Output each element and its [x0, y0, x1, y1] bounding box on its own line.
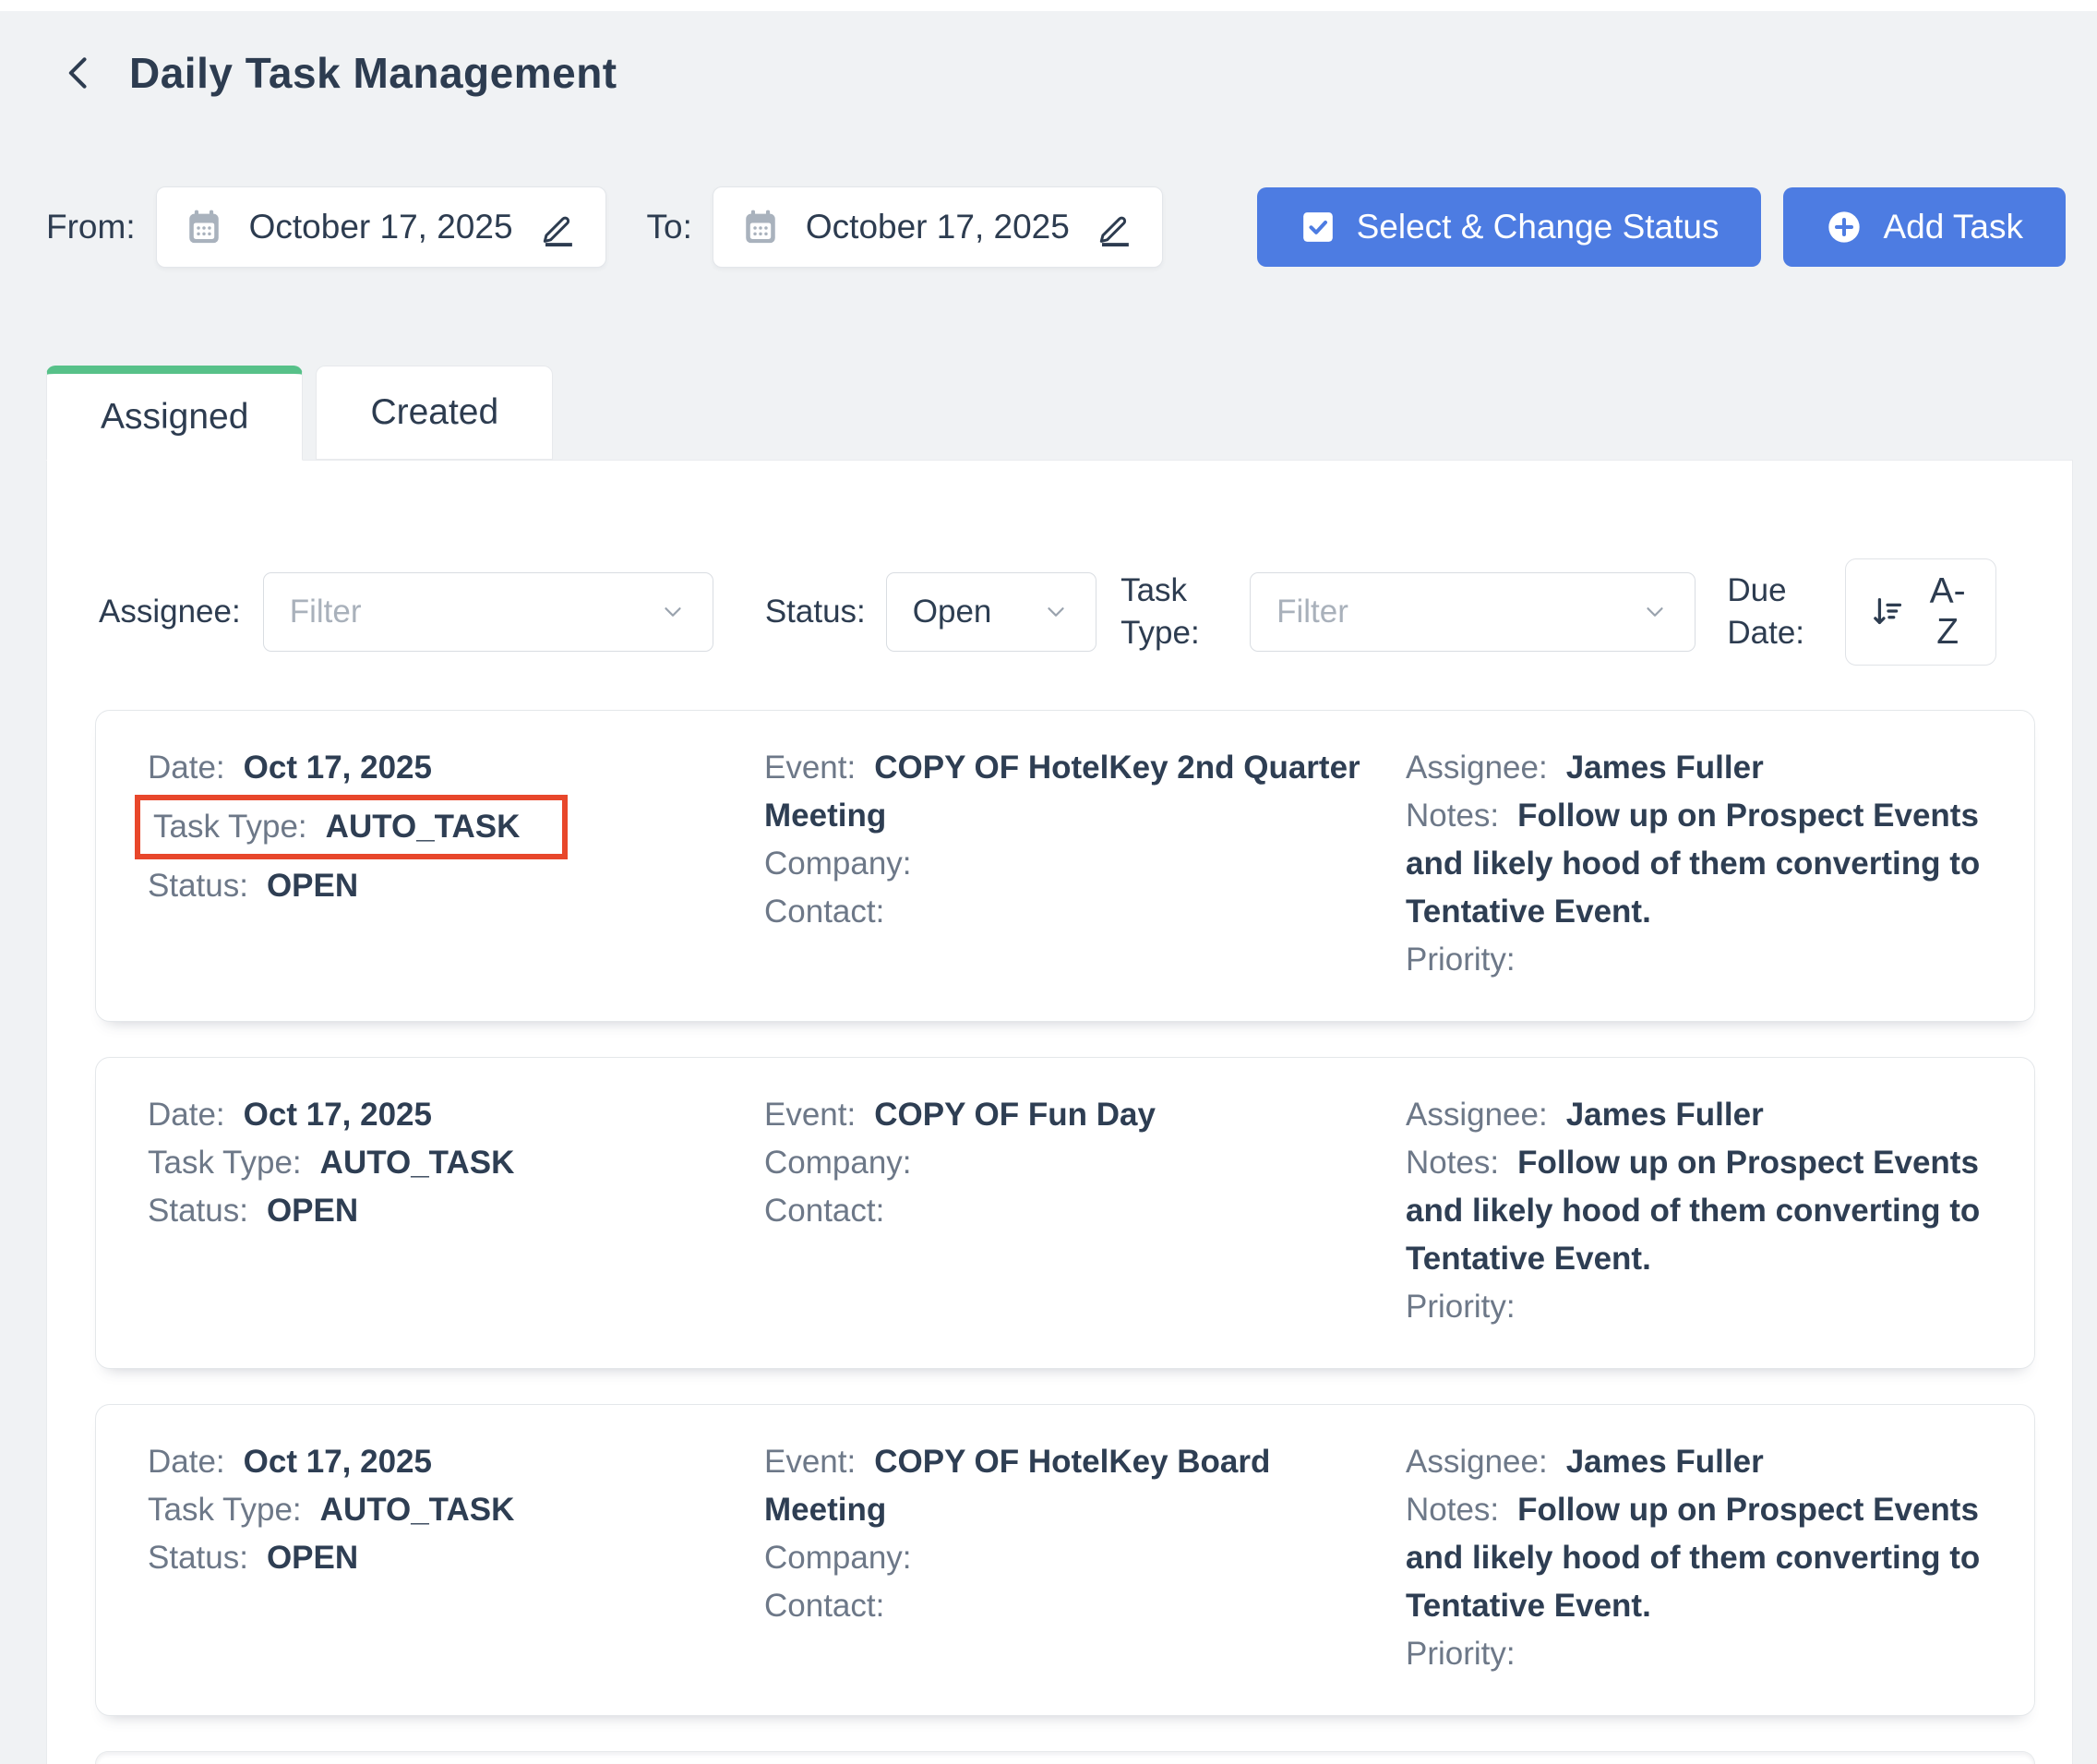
- sort-az-label: A-Z: [1921, 571, 1974, 653]
- task-status: OPEN: [267, 1193, 358, 1229]
- from-date-value: October 17, 2025: [249, 208, 513, 246]
- to-label: To:: [647, 208, 692, 246]
- assignee-filter-label: Assignee:: [99, 594, 241, 630]
- action-buttons: Select & Change Status Add Task: [1257, 187, 2066, 267]
- assignee-filter-dropdown[interactable]: Filter: [263, 572, 713, 652]
- task-card-left-column: Date:Oct 17, 2025 Task Type:AUTO_TASK St…: [148, 1438, 737, 1678]
- add-task-button[interactable]: Add Task: [1783, 187, 2066, 267]
- list-filter-row: Assignee: Filter Status: Open Task Type:…: [47, 461, 2072, 666]
- task-event: COPY OF Fun Day: [874, 1097, 1156, 1133]
- checkbox-icon: [1300, 209, 1336, 246]
- task-type-highlight-box: Task Type:AUTO_TASK: [148, 1486, 514, 1534]
- plus-circle-icon: [1826, 209, 1863, 246]
- task-card-right-column: Assignee:James Fuller Notes:Follow up on…: [1406, 744, 1983, 984]
- task-assignee: James Fuller: [1566, 750, 1764, 786]
- task-type: AUTO_TASK: [320, 1492, 515, 1528]
- status-filter-label: Status:: [765, 594, 866, 630]
- task-card[interactable]: Date:Oct 17, 2025 Task Type:AUTO_TASK St…: [95, 1057, 2035, 1369]
- task-type-highlight-box: Task Type:AUTO_TASK: [135, 795, 568, 859]
- task-status: OPEN: [267, 868, 358, 904]
- task-card[interactable]: Date:Oct 17, 2025 Task Type:AUTO_TASK St…: [95, 710, 2035, 1022]
- tab-bar: Assigned Created: [46, 366, 2097, 460]
- task-card-right-column: Assignee:James Fuller Notes:Follow up on…: [1406, 1438, 1983, 1678]
- controls-row: From: October 17, 2025 To: October 17, 2…: [46, 186, 2066, 268]
- select-change-status-label: Select & Change Status: [1357, 208, 1720, 246]
- chevron-down-icon: [1042, 598, 1070, 626]
- to-date-value: October 17, 2025: [806, 208, 1070, 246]
- from-label: From:: [46, 208, 136, 246]
- task-list: Date:Oct 17, 2025 Task Type:AUTO_TASK St…: [47, 666, 2072, 1716]
- status-filter-value: Open: [913, 594, 992, 630]
- task-date: Oct 17, 2025: [244, 1444, 432, 1480]
- top-strip: [0, 0, 2097, 11]
- sort-descending-icon: [1867, 591, 1910, 633]
- calendar-icon: [741, 208, 780, 246]
- task-assignee: James Fuller: [1566, 1444, 1764, 1480]
- task-type: AUTO_TASK: [320, 1145, 515, 1181]
- due-date-label: Due Date:: [1727, 570, 1845, 654]
- tab-created[interactable]: Created: [316, 366, 553, 460]
- chevron-down-icon: [659, 598, 687, 626]
- task-date: Oct 17, 2025: [244, 1097, 432, 1133]
- task-type: AUTO_TASK: [326, 809, 521, 845]
- tab-assigned[interactable]: Assigned: [46, 366, 303, 461]
- status-filter-dropdown[interactable]: Open: [886, 572, 1096, 652]
- task-card-right-column: Assignee:James Fuller Notes:Follow up on…: [1406, 1091, 1983, 1331]
- tab-created-label: Created: [370, 392, 498, 433]
- chevron-down-icon: [1641, 598, 1669, 626]
- task-card-left-column: Date:Oct 17, 2025 Task Type:AUTO_TASK St…: [148, 744, 737, 984]
- task-date: Oct 17, 2025: [244, 750, 432, 786]
- chevron-left-icon: [59, 53, 100, 93]
- task-type-filter-placeholder: Filter: [1276, 594, 1348, 630]
- sort-az-button[interactable]: A-Z: [1845, 558, 1996, 666]
- select-change-status-button[interactable]: Select & Change Status: [1257, 187, 1762, 267]
- partial-task-card: [95, 1751, 2035, 1764]
- page-title: Daily Task Management: [129, 48, 617, 98]
- calendar-icon: [185, 208, 223, 246]
- to-date-picker[interactable]: October 17, 2025: [713, 186, 1163, 268]
- back-button[interactable]: [57, 51, 102, 95]
- task-type-highlight-box: Task Type:AUTO_TASK: [148, 1139, 514, 1187]
- task-card[interactable]: Date:Oct 17, 2025 Task Type:AUTO_TASK St…: [95, 1404, 2035, 1716]
- assignee-filter-placeholder: Filter: [290, 594, 362, 630]
- task-card-middle-column: Event:COPY OF HotelKey 2nd Quarter Meeti…: [764, 744, 1378, 984]
- add-task-label: Add Task: [1883, 208, 2023, 246]
- task-type-filter-label: Task Type:: [1120, 570, 1239, 654]
- from-date-picker[interactable]: October 17, 2025: [156, 186, 606, 268]
- task-card-left-column: Date:Oct 17, 2025 Task Type:AUTO_TASK St…: [148, 1091, 737, 1331]
- task-assignee: James Fuller: [1566, 1097, 1764, 1133]
- page-header: Daily Task Management: [0, 11, 2097, 98]
- task-card-middle-column: Event:COPY OF Fun Day Company: Contact:: [764, 1091, 1378, 1331]
- edit-pencil-icon[interactable]: [1096, 208, 1134, 246]
- edit-pencil-icon[interactable]: [539, 208, 578, 246]
- task-status: OPEN: [267, 1540, 358, 1576]
- tab-assigned-label: Assigned: [101, 397, 248, 438]
- assigned-tab-panel: Assignee: Filter Status: Open Task Type:…: [46, 460, 2073, 1764]
- task-card-middle-column: Event:COPY OF HotelKey Board Meeting Com…: [764, 1438, 1378, 1678]
- task-type-filter-dropdown[interactable]: Filter: [1250, 572, 1696, 652]
